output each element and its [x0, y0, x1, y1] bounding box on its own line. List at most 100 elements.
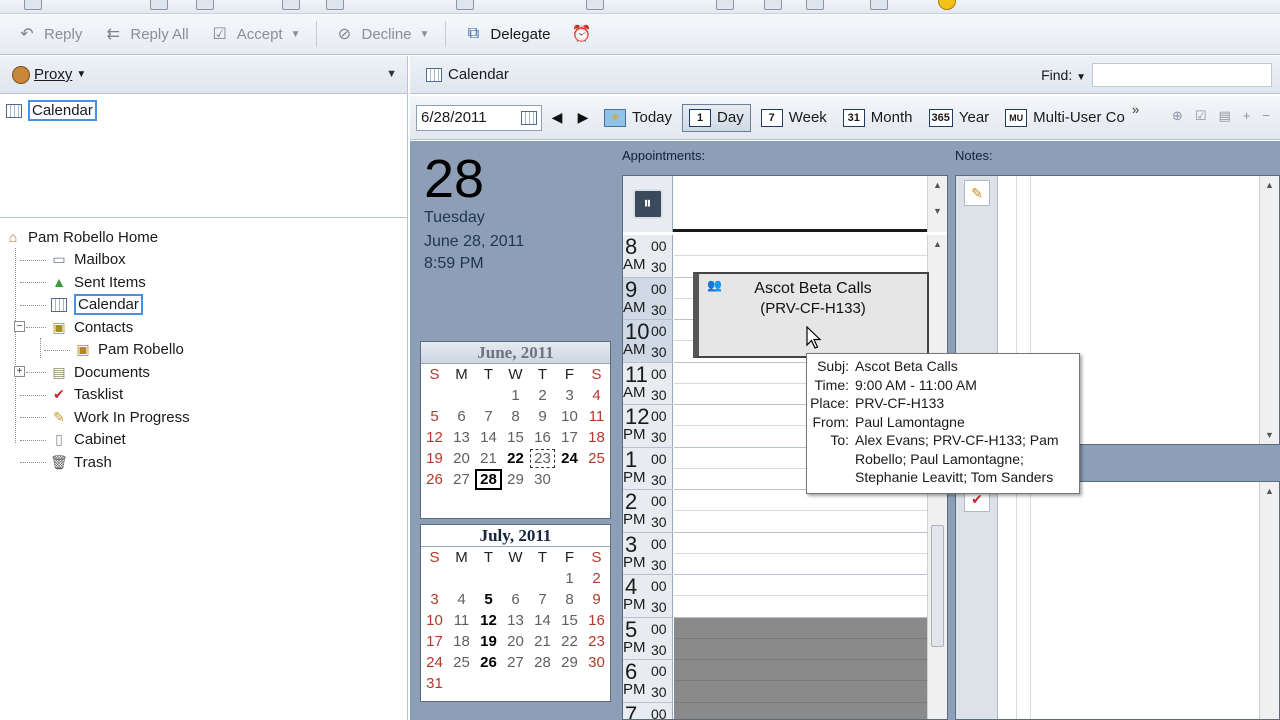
- calendar-day[interactable]: 13: [502, 610, 529, 631]
- accept-dropdown-icon[interactable]: ▼: [291, 29, 301, 40]
- next-arrow-icon[interactable]: ▶: [572, 105, 594, 131]
- expand-icon[interactable]: +: [14, 366, 25, 377]
- time-slot[interactable]: [674, 554, 929, 575]
- pencil-icon[interactable]: ✎: [964, 180, 990, 206]
- status-icon[interactable]: [938, 0, 956, 10]
- toolbar-icon[interactable]: [870, 0, 888, 10]
- tree-item-sent-items[interactable]: ▲ Sent Items: [4, 271, 407, 294]
- toolbar-icon[interactable]: [716, 0, 734, 10]
- calendar-day[interactable]: 18: [583, 427, 610, 448]
- scroll-up-icon[interactable]: ▲: [928, 180, 947, 190]
- calendar-day[interactable]: 9: [583, 589, 610, 610]
- time-slot[interactable]: [674, 511, 929, 533]
- tree-item-tasklist[interactable]: ✔ Tasklist: [4, 384, 407, 407]
- calendar-day[interactable]: 24: [556, 448, 583, 469]
- calendar-day[interactable]: 3: [421, 589, 448, 610]
- calendar-day[interactable]: 26: [421, 469, 448, 490]
- scrollbar-thumb[interactable]: [931, 525, 944, 647]
- date-field[interactable]: 6/28/2011: [416, 104, 542, 131]
- calendar-day[interactable]: 4: [583, 385, 610, 406]
- calendar-day[interactable]: 26: [475, 652, 502, 673]
- zoom-in-icon[interactable]: +: [1243, 108, 1251, 124]
- find-input[interactable]: [1092, 63, 1272, 87]
- calendar-day[interactable]: 21: [529, 631, 556, 652]
- calendar-day[interactable]: 5: [475, 589, 502, 610]
- pane-collapse-icon[interactable]: ▼: [386, 68, 397, 80]
- proxy-dropdown[interactable]: Proxy ▼: [12, 65, 86, 84]
- time-slot[interactable]: [674, 702, 929, 719]
- globe-icon[interactable]: ⊕: [1172, 108, 1183, 124]
- calendar-day[interactable]: 12: [475, 610, 502, 631]
- all-day-area[interactable]: ⏸ ▲ ▼: [623, 176, 947, 232]
- view-multi-user-button[interactable]: MU Multi-User Co: [999, 104, 1129, 132]
- calendar-day[interactable]: 2: [583, 568, 610, 589]
- calendar-day[interactable]: 24: [421, 652, 448, 673]
- scroll-down-icon[interactable]: ▼: [928, 206, 947, 216]
- tree-item-documents[interactable]: + ▤ Documents: [4, 361, 407, 384]
- tree-item-home[interactable]: ⌂ Pam Robello Home: [4, 226, 407, 249]
- proxy-calendar-item[interactable]: Calendar: [6, 100, 401, 121]
- alarm-button[interactable]: ⏰: [564, 19, 598, 49]
- calendar-day[interactable]: 12: [421, 427, 448, 448]
- scroll-up-icon[interactable]: ▲: [1260, 486, 1279, 496]
- calendar-day[interactable]: 13: [448, 427, 475, 448]
- find-dropdown[interactable]: Find: ▼: [1041, 67, 1086, 83]
- calendar-day[interactable]: 3: [556, 385, 583, 406]
- time-slot[interactable]: [674, 617, 929, 639]
- calendar-day[interactable]: 6: [502, 589, 529, 610]
- calendar-day[interactable]: 6: [448, 406, 475, 427]
- view-month-button[interactable]: 31 Month: [837, 104, 919, 132]
- calendar-day[interactable]: 29: [502, 469, 529, 490]
- calendar-day[interactable]: 10: [556, 406, 583, 427]
- calendar-day[interactable]: 22: [502, 448, 529, 469]
- time-slot[interactable]: [674, 533, 929, 554]
- tasks-scrollbar[interactable]: ▲: [1259, 482, 1279, 719]
- calendar-day[interactable]: 15: [556, 610, 583, 631]
- tree-item-calendar[interactable]: Calendar: [4, 294, 407, 317]
- view-week-button[interactable]: 7 Week: [755, 104, 833, 132]
- today-button[interactable]: ☀ Today: [598, 104, 678, 132]
- calendar-day[interactable]: 29: [556, 652, 583, 673]
- calendar-day[interactable]: 30: [583, 652, 610, 673]
- previous-arrow-icon[interactable]: ◀: [546, 105, 568, 131]
- task-icon[interactable]: ☑: [1195, 108, 1207, 124]
- calendar-day[interactable]: 25: [583, 448, 610, 469]
- calendar-day[interactable]: 9: [529, 406, 556, 427]
- scroll-up-icon[interactable]: ▲: [1260, 180, 1279, 190]
- calendar-day[interactable]: 28: [529, 652, 556, 673]
- tree-item-pam-robello[interactable]: ▣ Pam Robello: [4, 339, 407, 362]
- reply-button[interactable]: ↶ Reply: [10, 19, 88, 49]
- calendar-day[interactable]: 22: [556, 631, 583, 652]
- toolbar-icon[interactable]: [150, 0, 168, 10]
- time-slot[interactable]: [674, 681, 929, 703]
- calendar-day[interactable]: 15: [502, 427, 529, 448]
- calendar-day[interactable]: 20: [448, 448, 475, 469]
- view-year-button[interactable]: 365 Year: [923, 104, 996, 132]
- note-icon[interactable]: ▤: [1219, 108, 1231, 124]
- calendar-day[interactable]: 20: [502, 631, 529, 652]
- decline-button[interactable]: ⊘ Decline ▼: [327, 19, 435, 49]
- calendar-day[interactable]: 17: [421, 631, 448, 652]
- reply-all-button[interactable]: ⇇ Reply All: [96, 19, 194, 49]
- calendar-day[interactable]: 5: [421, 406, 448, 427]
- calendar-day[interactable]: 18: [448, 631, 475, 652]
- time-slot[interactable]: [674, 660, 929, 682]
- calendar-day[interactable]: 27: [448, 469, 475, 490]
- toolbar-icon[interactable]: [806, 0, 824, 10]
- tree-item-mailbox[interactable]: ▭ Mailbox: [4, 249, 407, 272]
- calendar-day[interactable]: 4: [448, 589, 475, 610]
- calendar-day[interactable]: 10: [421, 610, 448, 631]
- calendar-day[interactable]: 16: [583, 610, 610, 631]
- collapse-icon[interactable]: −: [14, 321, 25, 332]
- calendar-day[interactable]: 7: [529, 589, 556, 610]
- calendar-day[interactable]: 28: [475, 469, 502, 490]
- calendar-day[interactable]: 23: [583, 631, 610, 652]
- calendar-day[interactable]: 8: [502, 406, 529, 427]
- tree-item-work-in-progress[interactable]: ✎ Work In Progress: [4, 406, 407, 429]
- toolbar-icon[interactable]: [586, 0, 604, 10]
- time-slot[interactable]: [674, 638, 929, 660]
- tasks-panel[interactable]: ✔ ▲: [955, 481, 1280, 720]
- calendar-day[interactable]: 14: [475, 427, 502, 448]
- calendar-day[interactable]: 25: [448, 652, 475, 673]
- tree-item-cabinet[interactable]: ▯ Cabinet: [4, 429, 407, 452]
